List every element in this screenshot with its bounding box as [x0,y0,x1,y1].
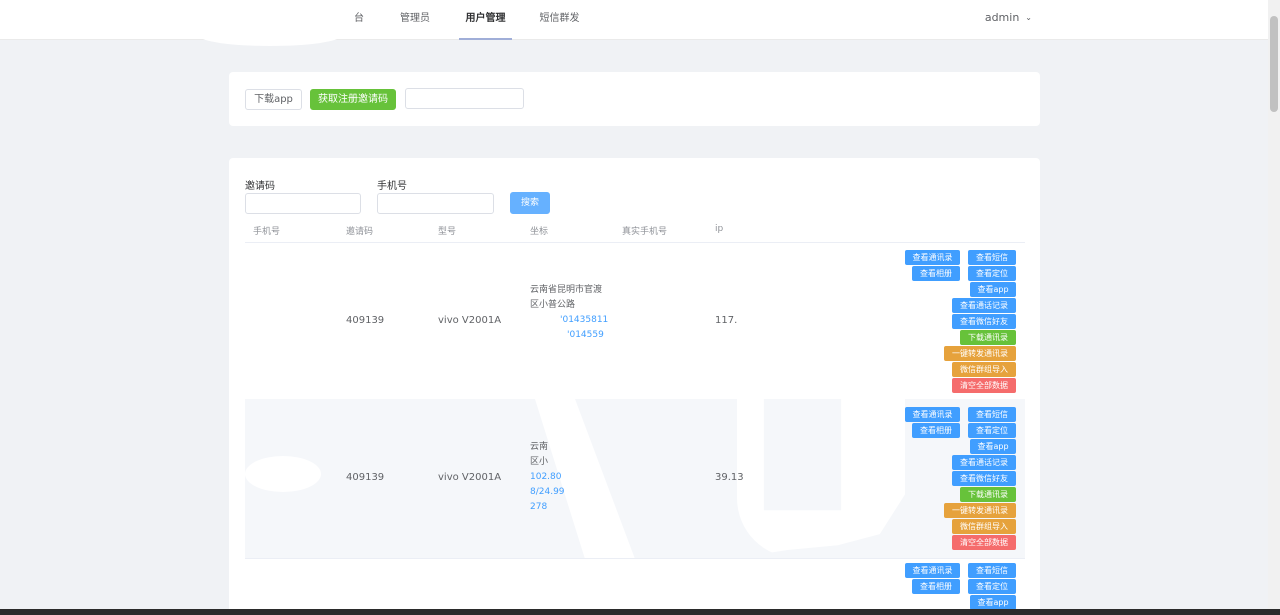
row3-album-button[interactable]: 查看相册 [912,579,960,594]
row1-locate-button[interactable]: 查看定位 [968,266,1016,281]
row-divider [245,558,1025,559]
row2-wechat-button[interactable]: 查看微信好友 [952,471,1016,486]
row1-contacts-button[interactable]: 查看通讯录 [905,250,960,265]
header-ip: ip [715,224,724,234]
row1-wechat-button[interactable]: 查看微信好友 [952,314,1016,329]
nav-item-dashboard[interactable]: 台 [346,0,372,40]
user-menu[interactable]: admin ⌄ [985,0,1032,40]
nav-item-admin[interactable]: 管理员 [393,0,437,40]
redaction-blob [200,26,340,46]
row2-location: 云南 区小 102.80 8/24.99 278 [530,440,620,515]
row2-contacts-button[interactable]: 查看通讯录 [905,407,960,422]
row1-sms-button[interactable]: 查看短信 [968,250,1016,265]
row2-coord-line: 8/24.99 [530,487,565,497]
row3-sms-button[interactable]: 查看短信 [968,563,1016,578]
header-divider [245,242,1025,243]
row3-contacts-button[interactable]: 查看通讯录 [905,563,960,578]
row1-coord-line: '01435811 [560,315,609,325]
row2-coord-line: 102.80 [530,472,562,482]
nav-item-sms-broadcast[interactable]: 短信群发 [533,0,586,40]
row1-wechat-group-button[interactable]: 微信群组导入 [952,362,1016,377]
row1-call-log-button[interactable]: 查看通话记录 [952,298,1016,313]
row2-app-button[interactable]: 查看app [970,439,1016,454]
row2-locate-button[interactable]: 查看定位 [968,423,1016,438]
os-taskbar [0,609,1280,615]
row1-download-contacts-button[interactable]: 下载通讯录 [960,330,1016,345]
row2-ip: 39.13 [715,472,744,483]
row2-coord-line: 278 [530,502,548,512]
redaction-blob [245,456,321,492]
row2-download-contacts-button[interactable]: 下载通讯录 [960,487,1016,502]
header-model: 型号 [438,227,457,237]
row2-call-log-button[interactable]: 查看通话记录 [952,455,1016,470]
row2-sms-button[interactable]: 查看短信 [968,407,1016,422]
chevron-down-icon: ⌄ [1025,13,1032,22]
row1-album-button[interactable]: 查看相册 [912,266,960,281]
row1-location-line: 区小普公路 [530,300,576,310]
row2-album-button[interactable]: 查看相册 [912,423,960,438]
header-phone: 手机号 [253,227,281,237]
toolbar-card: 下载app 获取注册邀请码 [229,72,1040,126]
download-app-button[interactable]: 下载app [245,89,302,110]
phone-input[interactable] [377,193,494,214]
row2-model: vivo V2001A [438,472,502,483]
invite-code-output[interactable] [405,88,524,109]
row2-location-line: 区小 [530,457,549,467]
row3-app-button[interactable]: 查看app [970,595,1016,610]
row1-app-button[interactable]: 查看app [970,282,1016,297]
row1-model: vivo V2001A [438,315,502,326]
header-coord: 坐标 [530,227,549,237]
get-invite-code-button[interactable]: 获取注册邀请码 [310,89,396,110]
row2-clear-all-button[interactable]: 清空全部数据 [952,535,1016,550]
row1-location: 云南省昆明市官渡 区小普公路 '01435811 '014559 [530,283,620,343]
row1-ip: 117. [715,315,738,326]
header-invite: 邀请码 [346,227,374,237]
invite-code-label: 邀请码 [245,181,275,192]
invite-code-input[interactable] [245,193,361,214]
row1-coord-line: '014559 [567,330,604,340]
row1-clear-all-button[interactable]: 清空全部数据 [952,378,1016,393]
row2-location-line: 云南 [530,442,549,452]
phone-label: 手机号 [377,181,407,192]
nav-item-user-management[interactable]: 用户管理 [459,0,512,40]
header-real-phone: 真实手机号 [622,227,668,237]
row2-wechat-group-button[interactable]: 微信群组导入 [952,519,1016,534]
row1-forward-contacts-button[interactable]: 一键转发通讯录 [944,346,1016,361]
row1-invite: 409139 [346,315,385,326]
row2-forward-contacts-button[interactable]: 一键转发通讯录 [944,503,1016,518]
row1-location-line: 云南省昆明市官渡 [530,285,603,295]
scrollbar-thumb[interactable] [1270,16,1278,112]
row2-invite: 409139 [346,472,385,483]
vertical-scrollbar[interactable] [1268,0,1280,610]
search-button[interactable]: 搜索 [510,192,550,214]
user-name: admin [984,11,1020,24]
top-nav: 台 管理员 用户管理 短信群发 admin ⌄ [0,0,1268,40]
row3-locate-button[interactable]: 查看定位 [968,579,1016,594]
